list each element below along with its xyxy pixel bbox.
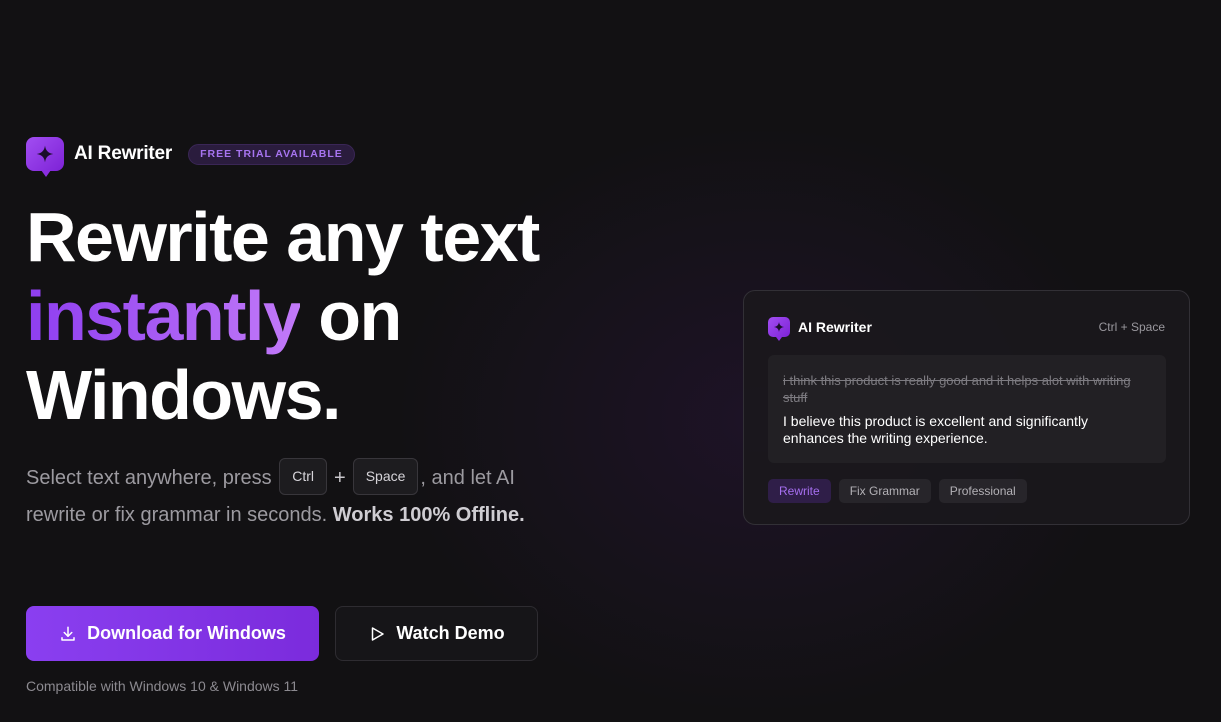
preview-card-header: AI Rewriter Ctrl + Space — [768, 315, 1165, 341]
headline-accent-word: instantly — [26, 277, 302, 355]
preview-shortcut: Ctrl + Space — [1098, 320, 1165, 334]
ctrl-key: Ctrl — [279, 458, 328, 496]
sparkle-icon — [36, 145, 54, 163]
preview-logo — [768, 317, 790, 341]
chip-rewrite[interactable]: Rewrite — [768, 479, 831, 503]
preview-text-box: i think this product is really good and … — [768, 355, 1166, 463]
brand-name: AI Rewriter — [74, 143, 173, 164]
preview-title: AI Rewriter — [798, 319, 872, 335]
download-button-label: Download for Windows — [87, 623, 286, 643]
watch-demo-button[interactable]: Watch Demo — [335, 606, 538, 661]
sparkle-icon — [774, 322, 784, 332]
app-logo — [26, 137, 64, 177]
watch-demo-label: Watch Demo — [396, 623, 505, 643]
chip-fix-grammar[interactable]: Fix Grammar — [838, 479, 931, 503]
brand-row: AI Rewriter FREE TRIAL AVAILABLE — [26, 135, 355, 177]
offline-highlight: Works 100% Offline. — [332, 504, 525, 527]
download-button[interactable]: Download for Windows — [26, 606, 319, 661]
original-text: i think this product is really good and … — [783, 373, 1131, 405]
headline-line-2-rest: on — [300, 277, 402, 355]
free-trial-badge: FREE TRIAL AVAILABLE — [188, 143, 355, 165]
chip-professional[interactable]: Professional — [938, 479, 1027, 503]
key-plus: + — [334, 467, 346, 489]
hero-headline: Rewrite any text instantly on Windows. — [26, 198, 666, 435]
description-part-1: Select text anywhere, press — [26, 467, 278, 489]
compatibility-note: Compatible with Windows 10 & Windows 11 — [26, 678, 299, 694]
headline-line-1: Rewrite any text — [26, 198, 540, 276]
headline-line-3: Windows. — [26, 356, 342, 434]
rewritten-text: I believe this product is excellent and … — [783, 413, 1089, 446]
preview-card-brand: AI Rewriter — [768, 317, 872, 341]
download-icon — [61, 626, 75, 641]
space-key: Space — [352, 458, 419, 496]
play-icon — [372, 626, 385, 641]
hero-description: Select text anywhere, press Ctrl + Space, … — [26, 458, 566, 534]
preview-mode-chips: Rewrite Fix Grammar Professional — [768, 479, 1027, 503]
rewriter-preview-card: AI Rewriter Ctrl + Space i think this pr… — [743, 290, 1190, 525]
